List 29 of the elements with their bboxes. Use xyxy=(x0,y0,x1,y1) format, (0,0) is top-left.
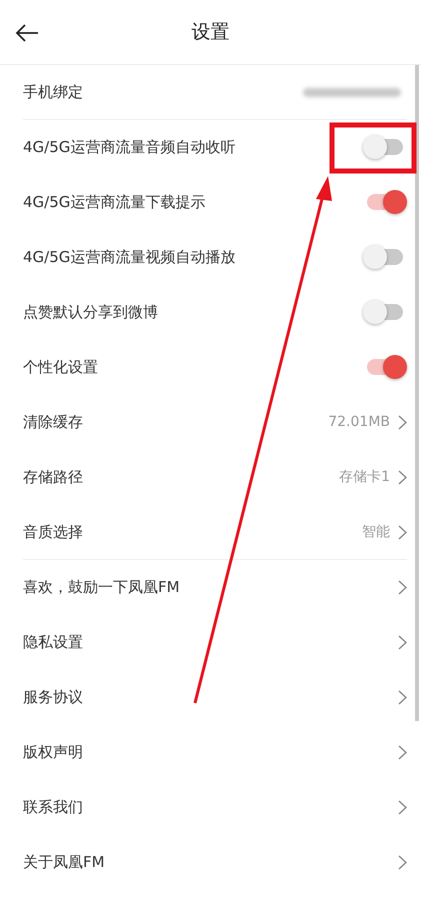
chevron-right-icon xyxy=(398,580,407,594)
back-arrow-icon xyxy=(15,24,39,42)
setting-value: 72.01MB xyxy=(328,414,390,430)
setting-label[interactable]: 关于凤凰FM xyxy=(23,852,105,872)
chevron-right-icon xyxy=(398,524,407,540)
setting-label[interactable]: 点赞默认分享到微博 xyxy=(23,302,158,322)
setting-label[interactable]: 手机绑定 xyxy=(23,82,83,102)
setting-label[interactable]: 清除缓存 xyxy=(23,412,83,432)
chevron-right-icon xyxy=(398,634,407,650)
setting-label[interactable]: 存储路径 xyxy=(23,468,83,486)
setting-label[interactable]: 版权声明 xyxy=(23,742,83,762)
chevron-right-icon xyxy=(398,800,407,814)
setting-label[interactable]: 联系我们 xyxy=(23,798,83,816)
setting-label[interactable]: 4G/5G运营商流量视频自动播放 xyxy=(23,248,236,266)
chevron-right-icon xyxy=(398,470,407,484)
setting-label[interactable]: 个性化设置 xyxy=(23,358,98,376)
chevron-right-icon xyxy=(398,690,407,704)
page-title: 设置 xyxy=(192,20,230,45)
chevron-right-icon xyxy=(398,854,407,870)
chevron-right-icon xyxy=(398,744,407,760)
setting-value: 存储卡1 xyxy=(339,468,390,486)
setting-label[interactable]: 服务协议 xyxy=(23,688,83,706)
setting-label[interactable]: 4G/5G运营商流量下载提示 xyxy=(23,192,206,212)
setting-label[interactable]: 喜欢，鼓励一下凤凰FM xyxy=(23,578,180,596)
setting-label[interactable]: 隐私设置 xyxy=(23,632,83,652)
setting-label[interactable]: 4G/5G运营商流量音频自动收听 xyxy=(23,138,236,156)
setting-value: 智能 xyxy=(362,523,390,541)
chevron-right-icon xyxy=(398,414,407,430)
setting-label[interactable]: 音质选择 xyxy=(23,522,83,542)
